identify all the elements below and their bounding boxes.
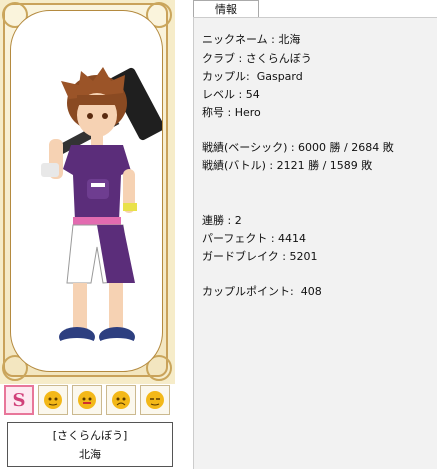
win-streak-text: 連勝 : 2 [202,214,242,227]
emote-button[interactable] [38,385,68,415]
s-letter-icon: S [13,390,26,411]
character-avatar [41,67,162,348]
emote-bar: S [4,385,172,419]
couple-points-text: カップルポイント: 408 [202,285,322,298]
record-battle-text: 戦績(バトル) : 2121 勝 / 1589 敗 [202,159,373,172]
nickname-text: ニックネーム : 北海 [202,33,301,46]
tab-info[interactable]: 情報 [193,0,259,17]
couple-text: カップル: Gaspard [202,70,303,83]
nameplate: [さくらんぼう] 北海 [7,422,173,467]
face-icon [78,391,96,409]
level-text: レベル : 54 [202,88,260,101]
svg-text:S: S [13,390,26,411]
emote-button[interactable] [106,385,136,415]
guard-break-text: ガードブレイク : 5201 [202,250,318,263]
face-icon [112,391,130,409]
avatar-frame [10,10,163,372]
face-icon [44,391,62,409]
record-basic-text: 戦績(ベーシック) : 6000 勝 / 2684 敗 [202,141,394,154]
info-panel: ニックネーム : 北海 クラブ : さくらんぼう カップル: Gaspard レ… [193,17,437,469]
nameplate-club: [さくらんぼう] [52,429,128,442]
perfect-text: パーフェクト : 4414 [202,232,307,245]
title-text: 称号 : Hero [202,106,261,119]
character-card [0,0,175,384]
emote-button[interactable] [72,385,102,415]
face-icon [146,391,164,409]
emote-button[interactable] [140,385,170,415]
nameplate-name: 北海 [79,448,101,461]
emote-s-button[interactable]: S [4,385,34,415]
club-text: クラブ : さくらんぼう [202,52,312,65]
